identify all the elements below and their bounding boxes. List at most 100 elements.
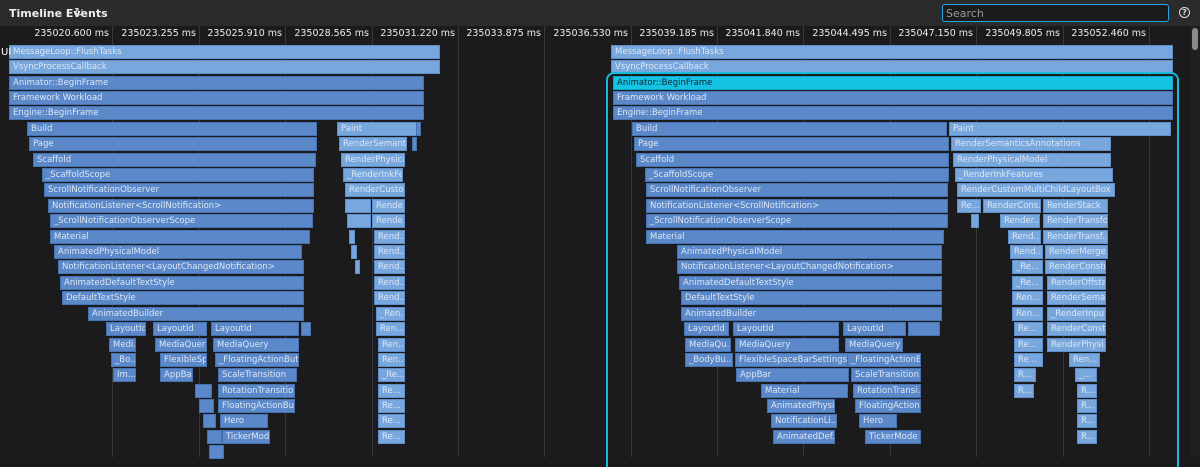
timeline-event[interactable]: _RenderInpu...: [1047, 307, 1106, 321]
timeline-event[interactable]: RenderSema...: [1047, 291, 1106, 305]
timeline-event[interactable]: Ren...: [376, 322, 405, 336]
timeline-event[interactable]: [416, 122, 421, 136]
timeline-event[interactable]: [347, 214, 371, 228]
timeline-event[interactable]: Build: [632, 122, 947, 136]
timeline-event[interactable]: RenderTransf...: [1043, 230, 1108, 244]
timeline-event[interactable]: Paint: [337, 122, 417, 136]
timeline-event[interactable]: FlexibleSpaceBarSettings: [735, 353, 849, 367]
timeline-event[interactable]: Animator::BeginFrame: [613, 76, 1173, 90]
timeline-event[interactable]: Framework Workload: [613, 91, 1173, 105]
timeline-event[interactable]: AnimatedDef...: [773, 430, 835, 444]
timeline-event[interactable]: LayoutId: [211, 322, 299, 336]
timeline-event[interactable]: _BodyBu...: [685, 353, 733, 367]
search-input[interactable]: [942, 4, 1169, 22]
timeline-event[interactable]: Re...: [378, 430, 405, 444]
timeline-event[interactable]: [355, 260, 360, 274]
timeline-event[interactable]: RenderPhysicalModel: [953, 153, 1111, 167]
timeline-event[interactable]: NotificationListener<LayoutChangedNotifi…: [58, 260, 304, 274]
timeline-event[interactable]: Paint: [949, 122, 1171, 136]
timeline-event[interactable]: NotificationListener<ScrollNotification>: [646, 199, 948, 213]
timeline-event[interactable]: ScrollNotificationObserver: [44, 183, 314, 197]
timeline-event[interactable]: MessageLoop::FlushTasks: [611, 45, 1173, 59]
timeline-event[interactable]: RenderOffsta...: [1047, 276, 1106, 290]
timeline-event[interactable]: _Re...: [1012, 276, 1043, 290]
timeline-event[interactable]: Material: [761, 384, 848, 398]
timeline-event[interactable]: FloatingActionBut...: [218, 399, 295, 413]
timeline-event[interactable]: _Re...: [1012, 260, 1043, 274]
timeline-event[interactable]: RenderCusto...: [345, 183, 405, 197]
timeline-event[interactable]: Animator::BeginFrame: [9, 76, 424, 90]
timeline-event[interactable]: Rende...: [372, 214, 405, 228]
timeline-event[interactable]: VsyncProcessCallback: [9, 60, 440, 74]
timeline-event[interactable]: Rend...: [374, 245, 405, 259]
timeline-event[interactable]: AnimatedDefaultTextStyle: [60, 276, 304, 290]
timeline-event[interactable]: TickerMode: [222, 430, 270, 444]
timeline-event[interactable]: RenderPhysi...: [1047, 338, 1106, 352]
timeline-event[interactable]: R...: [1077, 430, 1097, 444]
timeline-event[interactable]: RenderCons...: [983, 199, 1041, 213]
timeline-event[interactable]: AppBar: [160, 368, 193, 382]
timeline-event[interactable]: NotificationLi...: [771, 414, 837, 428]
timeline-event[interactable]: Engine::BeginFrame: [9, 106, 424, 120]
timeline-event[interactable]: LayoutId: [106, 322, 146, 336]
timeline-event[interactable]: Rend...: [374, 291, 405, 305]
timeline-event[interactable]: Rend...: [1010, 245, 1043, 259]
timeline-event[interactable]: Ren...: [1069, 353, 1100, 367]
timeline-event[interactable]: Ren...: [378, 353, 405, 367]
timeline-event[interactable]: _RenderInkFe...: [343, 168, 403, 182]
timeline-event[interactable]: DefaultTextStyle: [681, 291, 942, 305]
timeline-event[interactable]: Ren...: [1012, 291, 1043, 305]
timeline-event[interactable]: RenderConstr...: [1045, 260, 1106, 274]
timeline-event[interactable]: Engine::BeginFrame: [613, 106, 1173, 120]
timeline-event[interactable]: NotificationListener<LayoutChangedNotifi…: [677, 260, 942, 274]
vertical-scrollbar[interactable]: [1190, 26, 1200, 457]
timeline-event[interactable]: Page: [634, 137, 949, 151]
timeline-event[interactable]: MessageLoop::FlushTasks: [9, 45, 440, 59]
timeline-event[interactable]: Re...: [378, 384, 405, 398]
timeline-event[interactable]: RenderTransfo...: [1043, 214, 1108, 228]
timeline-event[interactable]: _FloatingActionButt...: [215, 353, 299, 367]
timeline-event[interactable]: ScaleTransition: [218, 368, 297, 382]
timeline-event[interactable]: Re...: [1014, 322, 1043, 336]
timeline-event[interactable]: _Ren...: [376, 307, 405, 321]
scrollbar-thumb[interactable]: [1192, 28, 1198, 50]
timeline-event[interactable]: Re...: [957, 199, 981, 213]
timeline-event[interactable]: Rend...: [374, 276, 405, 290]
timeline-event[interactable]: MediaQuery: [213, 338, 299, 352]
refresh-icon[interactable]: ↻: [74, 6, 84, 18]
timeline-event[interactable]: Re...: [1014, 338, 1043, 352]
timeline-event[interactable]: Material: [646, 230, 944, 244]
timeline-event[interactable]: Material: [50, 230, 310, 244]
timeline-event[interactable]: Scaffold: [33, 153, 316, 167]
timeline-event[interactable]: _ScrollNotificationObserverScope: [646, 214, 948, 228]
timeline-event[interactable]: Rend...: [374, 260, 405, 274]
timeline-event[interactable]: Im...: [113, 368, 136, 382]
timeline-event[interactable]: [207, 430, 222, 444]
timeline-event[interactable]: LayoutId: [153, 322, 207, 336]
timeline-event[interactable]: NotificationListener<ScrollNotification>: [48, 199, 314, 213]
timeline-event[interactable]: [351, 245, 357, 259]
timeline-event[interactable]: RotationTransition: [218, 384, 295, 398]
timeline-event[interactable]: TickerMode: [865, 430, 921, 444]
timeline-area[interactable]: 235020.600 ms 235023.255 ms 235025.910 ms 2…: [0, 26, 1200, 467]
timeline-event[interactable]: RenderConst...: [1047, 322, 1106, 336]
timeline-event[interactable]: AnimatedBuilder: [88, 307, 304, 321]
timeline-event[interactable]: LayoutId: [843, 322, 906, 336]
help-icon[interactable]: ?: [1179, 7, 1190, 18]
timeline-event[interactable]: RenderMerge...: [1045, 245, 1108, 259]
timeline-event[interactable]: AnimatedPhysi...: [767, 399, 835, 413]
timeline-event[interactable]: _Bo...: [111, 353, 136, 367]
timeline-event[interactable]: RenderSemanticsAnnotations: [951, 137, 1111, 151]
timeline-event[interactable]: MediaQuery: [155, 338, 207, 352]
timeline-event[interactable]: AnimatedDefaultTextStyle: [679, 276, 942, 290]
timeline-event[interactable]: R...: [1077, 414, 1097, 428]
timeline-event[interactable]: Ren...: [378, 338, 405, 352]
timeline-event[interactable]: MediaQu...: [685, 338, 731, 352]
timeline-event[interactable]: FloatingAction...: [855, 399, 921, 413]
timeline-event[interactable]: Hero: [859, 414, 897, 428]
timeline-event[interactable]: _FloatingActionB...: [847, 353, 921, 367]
timeline-event[interactable]: _ScaffoldScope: [645, 168, 949, 182]
timeline-event[interactable]: Render...: [1000, 214, 1040, 228]
timeline-event[interactable]: Hero: [220, 414, 268, 428]
timeline-event[interactable]: R...: [1014, 368, 1036, 382]
